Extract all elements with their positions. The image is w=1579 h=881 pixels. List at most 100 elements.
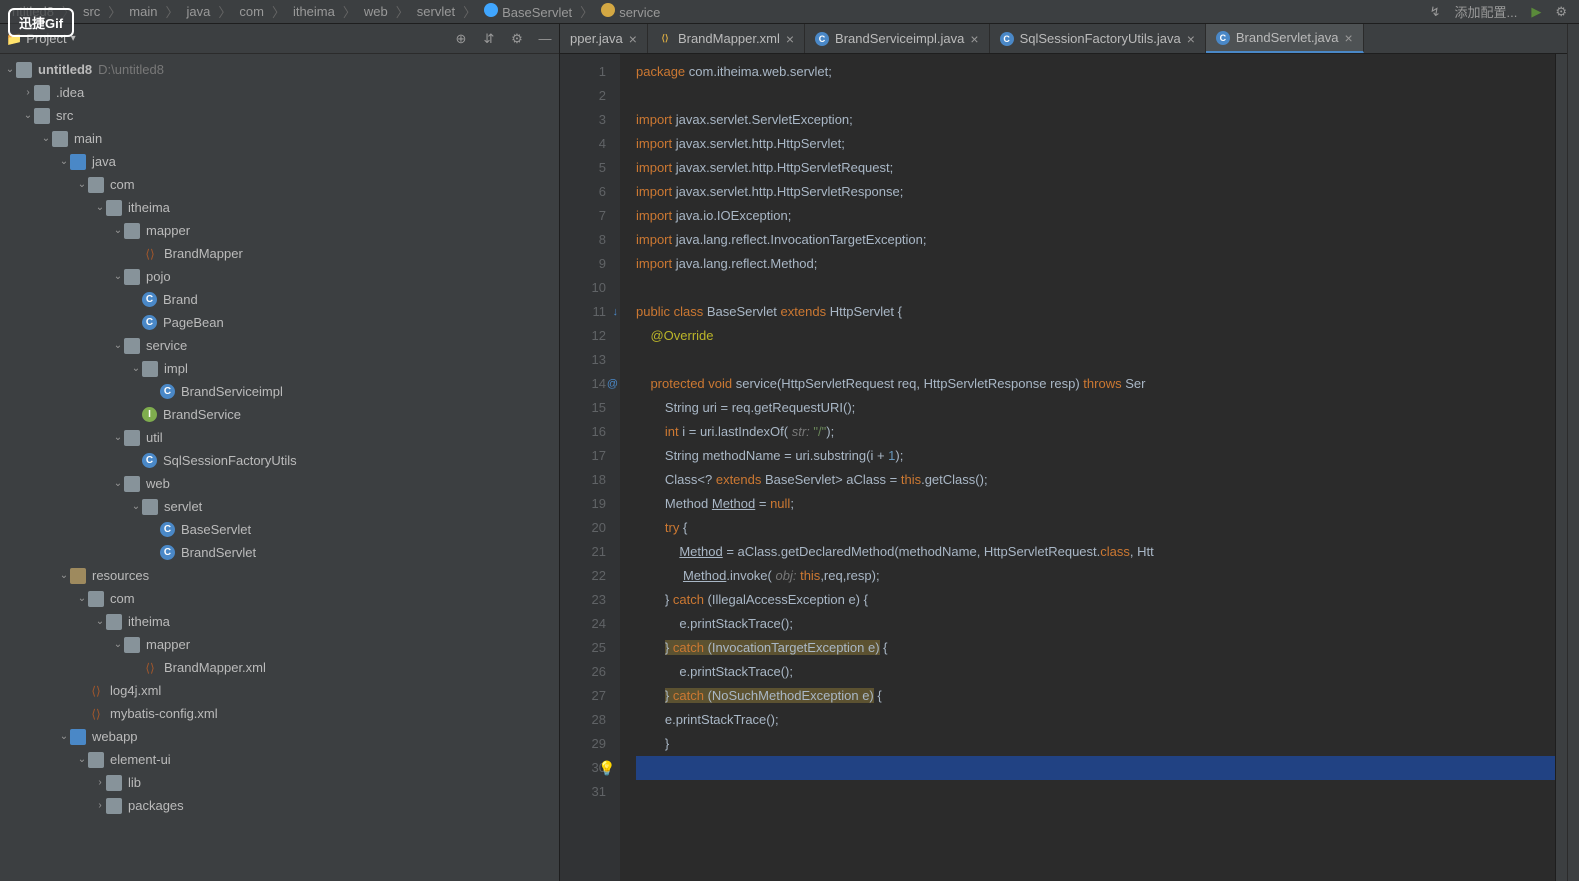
- tree-node[interactable]: ›packages: [0, 794, 559, 817]
- code-line[interactable]: 💡: [636, 756, 1555, 780]
- code-line[interactable]: Method = aClass.getDeclaredMethod(method…: [636, 540, 1555, 564]
- close-icon[interactable]: ×: [970, 31, 978, 47]
- code-line[interactable]: import java.lang.reflect.Method;: [636, 252, 1555, 276]
- tree-node[interactable]: IBrandService: [0, 403, 559, 426]
- breadcrumb-item[interactable]: BaseServlet: [480, 3, 576, 20]
- breadcrumb-item[interactable]: itheima: [289, 4, 339, 19]
- tree-node[interactable]: ⌄impl: [0, 357, 559, 380]
- code-line[interactable]: [636, 84, 1555, 108]
- breadcrumb-item[interactable]: service: [597, 3, 664, 20]
- code-editor[interactable]: package com.itheima.web.servlet; import j…: [620, 54, 1555, 881]
- breadcrumb-item[interactable]: servlet: [413, 4, 459, 19]
- breadcrumb-item[interactable]: web: [360, 4, 392, 19]
- tree-node[interactable]: ⟨⟩BrandMapper: [0, 242, 559, 265]
- editor-tabs[interactable]: pper.java×⟨⟩BrandMapper.xml×CBrandServic…: [560, 24, 1567, 54]
- right-toolbar[interactable]: [1567, 24, 1579, 881]
- hide-icon[interactable]: —: [537, 31, 553, 47]
- tree-node[interactable]: ›lib: [0, 771, 559, 794]
- tree-node[interactable]: ⌄main: [0, 127, 559, 150]
- code-line[interactable]: e.printStackTrace();: [636, 708, 1555, 732]
- code-line[interactable]: import javax.servlet.http.HttpServletRes…: [636, 180, 1555, 204]
- run-icon[interactable]: ▶: [1527, 4, 1545, 20]
- tree-node[interactable]: ⌄pojo: [0, 265, 559, 288]
- tree-node[interactable]: ⌄util: [0, 426, 559, 449]
- code-line[interactable]: import javax.servlet.http.HttpServlet;: [636, 132, 1555, 156]
- editor-tab[interactable]: pper.java×: [560, 24, 648, 53]
- code-line[interactable]: String methodName = uri.substring(i + 1)…: [636, 444, 1555, 468]
- tree-node[interactable]: ⌄webapp: [0, 725, 559, 748]
- code-line[interactable]: import javax.servlet.ServletException;: [636, 108, 1555, 132]
- editor-tab[interactable]: CBrandServiceimpl.java×: [805, 24, 990, 53]
- code-line[interactable]: import javax.servlet.http.HttpServletReq…: [636, 156, 1555, 180]
- gear-icon[interactable]: ⚙: [509, 31, 525, 47]
- code-line[interactable]: [636, 276, 1555, 300]
- tree-node[interactable]: ⌄com: [0, 173, 559, 196]
- code-line[interactable]: }: [636, 732, 1555, 756]
- code-line[interactable]: e.printStackTrace();: [636, 660, 1555, 684]
- breadcrumb-item[interactable]: java: [183, 4, 215, 19]
- tree-node[interactable]: ⌄service: [0, 334, 559, 357]
- project-tree[interactable]: ⌄untitled8D:\untitled8›.idea⌄src⌄main⌄ja…: [0, 54, 559, 881]
- code-line[interactable]: protected void service(HttpServletReques…: [636, 372, 1555, 396]
- class-icon: C: [142, 453, 157, 468]
- code-line[interactable]: try {: [636, 516, 1555, 540]
- tree-node[interactable]: CPageBean: [0, 311, 559, 334]
- add-config-button[interactable]: 添加配置...: [1451, 2, 1522, 21]
- code-line[interactable]: e.printStackTrace();: [636, 612, 1555, 636]
- tree-node[interactable]: ⌄src: [0, 104, 559, 127]
- code-line[interactable]: import java.io.IOException;: [636, 204, 1555, 228]
- code-line[interactable]: import java.lang.reflect.InvocationTarge…: [636, 228, 1555, 252]
- tree-node[interactable]: CBrandServlet: [0, 541, 559, 564]
- tree-node[interactable]: CBrand: [0, 288, 559, 311]
- folder-icon: [88, 591, 104, 607]
- tree-node[interactable]: ⌄resources: [0, 564, 559, 587]
- close-icon[interactable]: ×: [786, 31, 794, 47]
- code-line[interactable]: } catch (InvocationTargetException e) {: [636, 636, 1555, 660]
- code-line[interactable]: [636, 780, 1555, 804]
- target-icon[interactable]: ⊕: [453, 31, 469, 47]
- breadcrumb-item[interactable]: main: [125, 4, 161, 19]
- code-line[interactable]: @Override: [636, 324, 1555, 348]
- tree-node[interactable]: ⌄element-ui: [0, 748, 559, 771]
- code-line[interactable]: public class BaseServlet extends HttpSer…: [636, 300, 1555, 324]
- code-line[interactable]: } catch (NoSuchMethodException e) {: [636, 684, 1555, 708]
- close-icon[interactable]: ×: [1187, 31, 1195, 47]
- tree-node[interactable]: ⌄itheima: [0, 610, 559, 633]
- code-line[interactable]: Method.invoke( obj: this,req,resp);: [636, 564, 1555, 588]
- tree-root[interactable]: ⌄untitled8D:\untitled8: [0, 58, 559, 81]
- editor-tab[interactable]: CBrandServlet.java×: [1206, 24, 1364, 53]
- settings-icon[interactable]: ⚙: [1551, 4, 1571, 20]
- editor-tab[interactable]: ⟨⟩BrandMapper.xml×: [648, 24, 805, 53]
- tree-label: main: [74, 131, 102, 146]
- code-line[interactable]: } catch (IllegalAccessException e) {: [636, 588, 1555, 612]
- tree-node[interactable]: ⌄mapper: [0, 633, 559, 656]
- folder-icon: [124, 269, 140, 285]
- close-icon[interactable]: ×: [629, 31, 637, 47]
- close-icon[interactable]: ×: [1345, 30, 1353, 46]
- tree-node[interactable]: ›.idea: [0, 81, 559, 104]
- tree-node[interactable]: ⌄com: [0, 587, 559, 610]
- tree-node[interactable]: ⌄mapper: [0, 219, 559, 242]
- collapse-icon[interactable]: ⇵: [481, 31, 497, 47]
- tree-node[interactable]: ⟨⟩BrandMapper.xml: [0, 656, 559, 679]
- tree-node[interactable]: CBaseServlet: [0, 518, 559, 541]
- tree-node[interactable]: ⌄itheima: [0, 196, 559, 219]
- tab-label: SqlSessionFactoryUtils.java: [1020, 31, 1181, 46]
- code-line[interactable]: package com.itheima.web.servlet;: [636, 60, 1555, 84]
- code-line[interactable]: Class<? extends BaseServlet> aClass = th…: [636, 468, 1555, 492]
- tree-node[interactable]: ⌄web: [0, 472, 559, 495]
- tree-node[interactable]: ⟨⟩mybatis-config.xml: [0, 702, 559, 725]
- tree-node[interactable]: ⌄java: [0, 150, 559, 173]
- tree-node[interactable]: CSqlSessionFactoryUtils: [0, 449, 559, 472]
- editor-tab[interactable]: CSqlSessionFactoryUtils.java×: [990, 24, 1206, 53]
- code-line[interactable]: [636, 348, 1555, 372]
- code-line[interactable]: Method Method = null;: [636, 492, 1555, 516]
- lightning-icon[interactable]: ↯: [1426, 4, 1445, 20]
- tree-node[interactable]: ⟨⟩log4j.xml: [0, 679, 559, 702]
- breadcrumb-item[interactable]: com: [235, 4, 268, 19]
- tree-node[interactable]: CBrandServiceimpl: [0, 380, 559, 403]
- code-line[interactable]: int i = uri.lastIndexOf( str: "/");: [636, 420, 1555, 444]
- code-line[interactable]: String uri = req.getRequestURI();: [636, 396, 1555, 420]
- tree-node[interactable]: ⌄servlet: [0, 495, 559, 518]
- breadcrumb-item[interactable]: src: [79, 4, 104, 19]
